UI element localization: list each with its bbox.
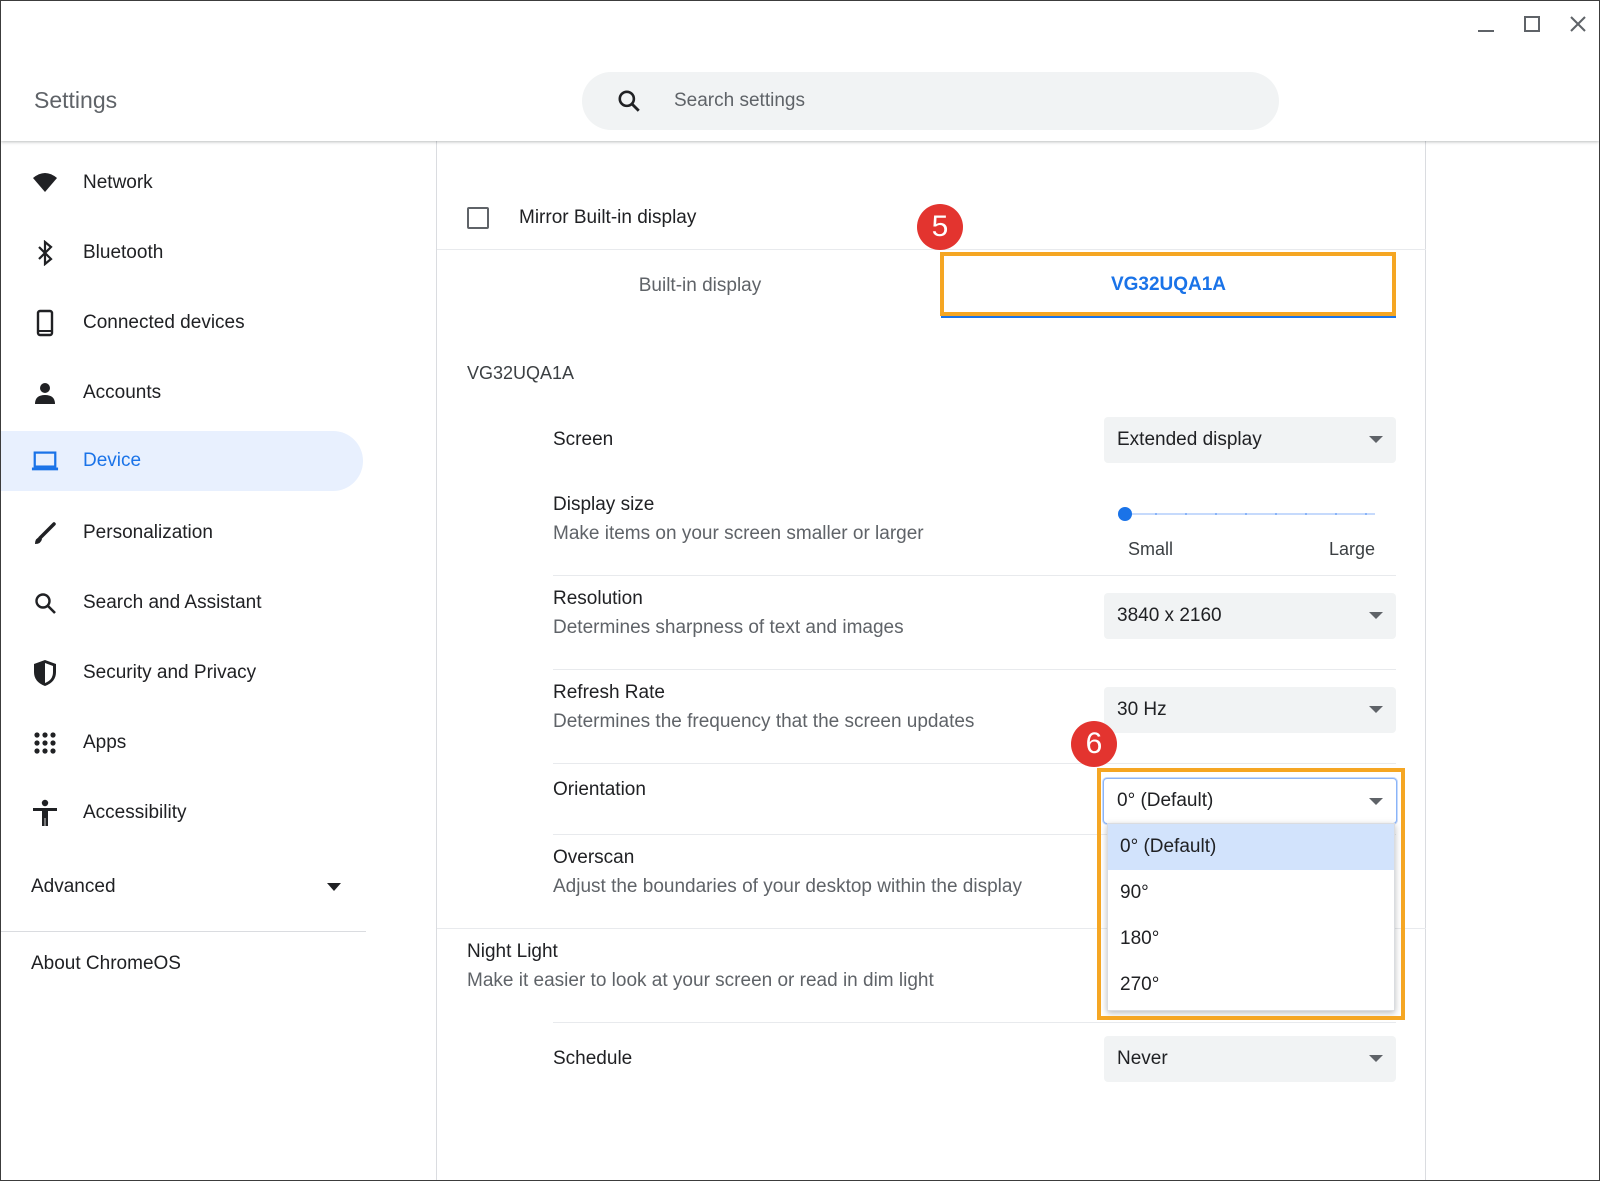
- search-icon: [31, 589, 59, 617]
- laptop-icon: [31, 447, 59, 475]
- overscan-sub: Adjust the boundaries of your desktop wi…: [553, 876, 1022, 897]
- maximize-icon[interactable]: [1521, 13, 1543, 35]
- sidebar-item-apps[interactable]: Apps: [1, 713, 363, 773]
- slider-tick: [1245, 513, 1247, 515]
- refresh-rate-sub: Determines the frequency that the screen…: [553, 711, 975, 732]
- shield-icon: [31, 659, 59, 687]
- orientation-highlight-box: [1097, 768, 1405, 1020]
- sidebar-item-network[interactable]: Network: [1, 153, 363, 213]
- slider-tick: [1275, 513, 1277, 515]
- phone-icon: [31, 309, 59, 337]
- accessibility-icon: [31, 799, 59, 827]
- sidebar-item-label: Accounts: [83, 382, 162, 403]
- slider-track: [1125, 513, 1375, 515]
- search-bar[interactable]: Search settings: [582, 72, 1279, 130]
- display-size-label: Display size: [553, 494, 655, 515]
- resolution-sub: Determines sharpness of text and images: [553, 617, 904, 638]
- caret-down-icon: [1369, 1055, 1383, 1062]
- sidebar-item-label: Connected devices: [83, 312, 245, 333]
- search-icon: [618, 90, 640, 112]
- slider-tick: [1215, 513, 1217, 515]
- display-size-sub: Make items on your screen smaller or lar…: [553, 523, 924, 544]
- divider: [553, 1022, 1396, 1023]
- sidebar-item-search-and-assistant[interactable]: Search and Assistant: [1, 573, 363, 633]
- mirror-display-option[interactable]: Mirror Built-in display: [467, 207, 696, 229]
- app-title: Settings: [34, 87, 118, 113]
- screen-label: Screen: [553, 429, 614, 450]
- app-header: Settings Search settings: [1, 1, 1599, 141]
- apps-grid-icon: [31, 729, 59, 757]
- settings-window: Settings Search settings Network Bluetoo…: [0, 0, 1600, 1181]
- sidebar: Network Bluetooth Connected devices Acco…: [1, 141, 437, 1180]
- close-icon[interactable]: [1567, 13, 1589, 35]
- screen-select[interactable]: Extended display: [1104, 417, 1396, 463]
- section-title: VG32UQA1A: [467, 363, 575, 383]
- sidebar-item-security-and-privacy[interactable]: Security and Privacy: [1, 643, 363, 703]
- sidebar-item-bluetooth[interactable]: Bluetooth: [1, 223, 363, 283]
- mirror-checkbox[interactable]: [467, 207, 489, 229]
- sidebar-item-label: Device: [83, 450, 142, 471]
- person-icon: [31, 379, 59, 407]
- sidebar-item-about[interactable]: About ChromeOS: [31, 953, 181, 975]
- tab-built-in-display[interactable]: Built-in display: [467, 254, 933, 318]
- mirror-label: Mirror Built-in display: [519, 207, 697, 228]
- schedule-select[interactable]: Never: [1104, 1036, 1396, 1082]
- step-badge: 5: [917, 204, 963, 250]
- refresh-rate-select[interactable]: 30 Hz: [1104, 687, 1396, 733]
- sidebar-item-label: Bluetooth: [83, 242, 164, 263]
- schedule-label: Schedule: [553, 1048, 633, 1069]
- wifi-icon: [31, 169, 59, 197]
- step-badge: 6: [1071, 721, 1117, 767]
- divider: [553, 575, 1396, 576]
- resolution-value: 3840 x 2160: [1117, 605, 1222, 626]
- night-light-label: Night Light: [467, 941, 558, 962]
- sidebar-item-label: Accessibility: [83, 802, 187, 823]
- slider-tick: [1365, 513, 1367, 515]
- divider: [553, 669, 1396, 670]
- orientation-label: Orientation: [553, 779, 646, 800]
- tab-highlight-box: [940, 252, 1396, 316]
- sidebar-item-accessibility[interactable]: Accessibility: [1, 783, 363, 843]
- sidebar-item-label: Search and Assistant: [83, 592, 262, 613]
- divider: [553, 763, 1396, 764]
- search-input[interactable]: Search settings: [674, 90, 805, 112]
- caret-down-icon: [1369, 612, 1383, 619]
- chevron-down-icon: [327, 883, 341, 891]
- sidebar-item-accounts[interactable]: Accounts: [1, 363, 363, 423]
- slider-tick: [1155, 513, 1157, 515]
- sidebar-item-label: Personalization: [83, 522, 213, 543]
- slider-min-label: Small: [1128, 539, 1174, 559]
- screen-value: Extended display: [1117, 429, 1262, 450]
- minimize-icon[interactable]: [1475, 13, 1497, 35]
- divider: [437, 249, 1426, 250]
- brush-icon: [31, 519, 59, 547]
- schedule-value: Never: [1117, 1048, 1168, 1069]
- sidebar-advanced-toggle[interactable]: Advanced: [31, 871, 341, 903]
- sidebar-item-connected-devices[interactable]: Connected devices: [1, 293, 363, 353]
- resolution-select[interactable]: 3840 x 2160: [1104, 593, 1396, 639]
- sidebar-item-personalization[interactable]: Personalization: [1, 503, 363, 563]
- sidebar-divider: [1, 931, 366, 932]
- resolution-label: Resolution: [553, 588, 643, 609]
- night-light-sub: Make it easier to look at your screen or…: [467, 970, 934, 991]
- window-controls: [1475, 13, 1589, 35]
- slider-tick: [1185, 513, 1187, 515]
- refresh-rate-label: Refresh Rate: [553, 682, 665, 703]
- sidebar-item-label: Network: [83, 172, 153, 193]
- refresh-rate-value: 30 Hz: [1117, 699, 1167, 720]
- display-size-slider[interactable]: [1118, 507, 1375, 521]
- slider-tick: [1335, 513, 1337, 515]
- bluetooth-icon: [31, 239, 59, 267]
- slider-max-label: Large: [1329, 539, 1376, 559]
- advanced-label: Advanced: [31, 876, 116, 897]
- sidebar-item-label: Security and Privacy: [83, 662, 257, 683]
- overscan-label: Overscan: [553, 847, 635, 868]
- slider-knob[interactable]: [1118, 507, 1132, 521]
- sidebar-item-device[interactable]: Device: [1, 431, 363, 491]
- caret-down-icon: [1369, 706, 1383, 713]
- slider-tick: [1305, 513, 1307, 515]
- caret-down-icon: [1369, 436, 1383, 443]
- sidebar-item-label: Apps: [83, 732, 127, 753]
